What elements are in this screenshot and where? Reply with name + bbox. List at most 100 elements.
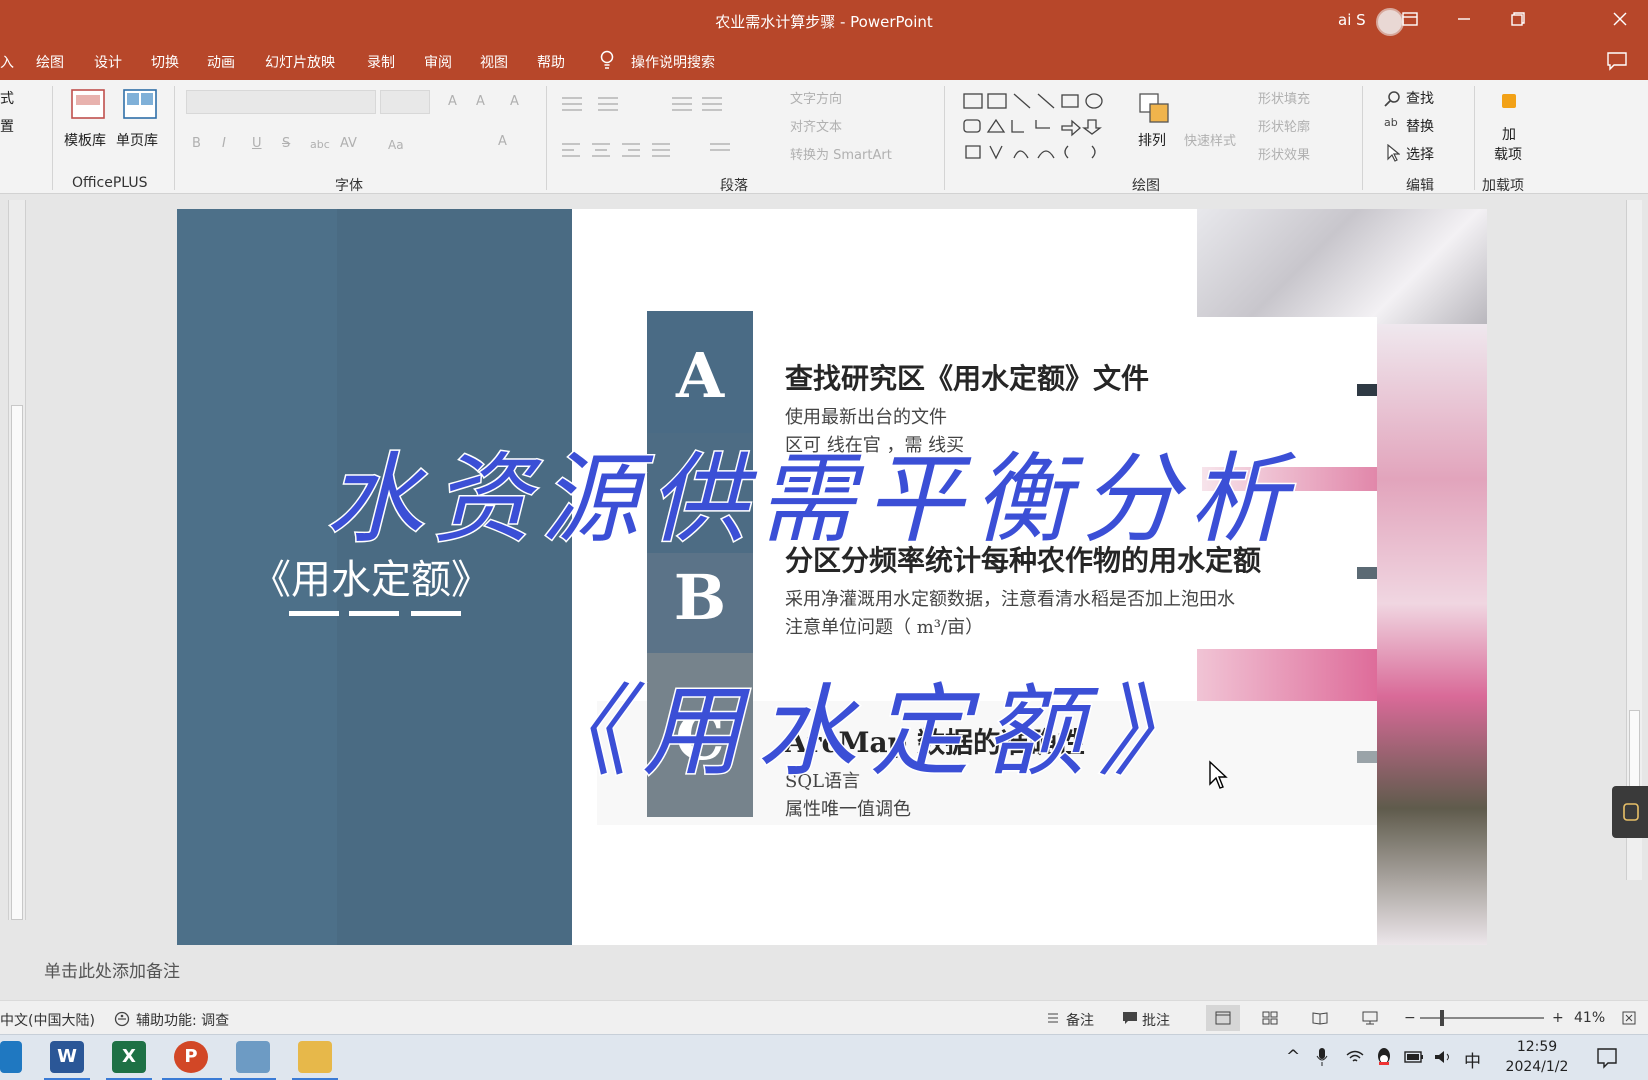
ribbon-display-options-button[interactable]	[1390, 6, 1430, 36]
battery-icon[interactable]	[1404, 1050, 1424, 1064]
shape-outline-button[interactable]: 形状轮廓	[1258, 116, 1310, 135]
zoom-slider-handle[interactable]	[1440, 1010, 1444, 1026]
find-button[interactable]: 查找	[1406, 88, 1434, 108]
arrange-button[interactable]: 排列	[1138, 130, 1166, 150]
addins-label-1[interactable]: 加	[1502, 124, 1516, 144]
excel-app-icon[interactable]: X	[112, 1041, 146, 1073]
accessibility-icon	[114, 1011, 130, 1027]
tab-review[interactable]: 审阅	[424, 52, 452, 72]
tell-me-search[interactable]: 操作说明搜索	[631, 52, 715, 72]
tab-help[interactable]: 帮助	[537, 52, 565, 72]
shape-fill-button[interactable]: 形状填充	[1258, 88, 1310, 107]
bold-button[interactable]: B	[192, 136, 201, 151]
floating-tool-tab[interactable]	[1612, 786, 1648, 838]
shapes-gallery-icon[interactable]	[962, 92, 1122, 162]
notes-toggle-button[interactable]: 备注	[1066, 1010, 1094, 1030]
zoom-out-button[interactable]: −	[1404, 1010, 1416, 1026]
word-app-icon[interactable]: W	[50, 1041, 84, 1073]
zoom-in-button[interactable]: +	[1552, 1010, 1564, 1026]
shrink-font-icon[interactable]: A	[476, 94, 485, 109]
underline-button[interactable]: U	[252, 136, 262, 151]
italic-button[interactable]: I	[222, 136, 226, 151]
file-explorer-icon[interactable]	[298, 1041, 332, 1073]
tab-slideshow[interactable]: 幻灯片放映	[265, 52, 335, 72]
restore-button[interactable]	[1498, 6, 1538, 36]
powerpoint-app-icon[interactable]: P	[174, 1041, 208, 1073]
tab-design[interactable]: 设计	[94, 52, 122, 72]
addins-icon[interactable]	[1502, 94, 1516, 108]
left-scrollbar[interactable]	[8, 200, 26, 920]
tab-view[interactable]: 视图	[480, 52, 508, 72]
microphone-icon[interactable]	[1316, 1047, 1328, 1067]
left-scrollbar-thumb[interactable]	[11, 405, 23, 920]
single-page-library-icon[interactable]	[122, 88, 158, 120]
notification-center-icon[interactable]	[1596, 1047, 1618, 1069]
mail-app-icon[interactable]	[0, 1041, 22, 1073]
select-button[interactable]: 选择	[1406, 144, 1434, 164]
slide-sorter-icon[interactable]	[1262, 1011, 1278, 1025]
notes-pane[interactable]: 单击此处添加备注	[30, 957, 1630, 982]
user-name[interactable]: ai S	[1338, 11, 1366, 29]
zoom-slider[interactable]	[1420, 1017, 1544, 1019]
slideshow-view-icon[interactable]	[1362, 1011, 1378, 1025]
letter-a: A	[675, 339, 725, 412]
tab-record[interactable]: 录制	[367, 52, 395, 72]
single-page-library-button[interactable]: 单页库	[116, 130, 158, 150]
strikethrough-button[interactable]: S	[282, 136, 290, 151]
slide-canvas[interactable]: 《用水定额》 A B C 查找研究区《用水定额》文件 使用最新出台的文件 区可 …	[177, 209, 1487, 945]
zoom-level[interactable]: 41%	[1574, 1010, 1605, 1026]
ribbon-partial-layout[interactable]: 式	[0, 88, 14, 108]
ribbon-separator	[1362, 86, 1363, 190]
fit-to-window-icon[interactable]	[1622, 1011, 1636, 1025]
comments-toggle-button[interactable]: 批注	[1142, 1010, 1170, 1030]
flower-photo-band	[1197, 649, 1377, 701]
normal-view-button[interactable]	[1206, 1005, 1240, 1031]
qq-penguin-icon[interactable]	[1376, 1047, 1392, 1067]
volume-icon[interactable]	[1434, 1049, 1452, 1065]
tab-draw[interactable]: 绘图	[36, 52, 64, 72]
comments-icon[interactable]	[1606, 51, 1628, 71]
char-spacing-button[interactable]: AV	[340, 136, 357, 151]
letter-block-a: A	[647, 311, 753, 433]
system-clock[interactable]: 12:59 2024/1/2	[1502, 1037, 1572, 1077]
quick-styles-button[interactable]: 快速样式	[1184, 130, 1236, 149]
arrange-icon[interactable]	[1136, 90, 1172, 126]
wifi-icon[interactable]	[1346, 1049, 1364, 1065]
font-name-box[interactable]	[186, 90, 376, 114]
comment-icon	[1123, 1012, 1137, 1024]
paragraph-format-icons[interactable]	[560, 94, 760, 164]
font-color-button[interactable]: A	[498, 134, 507, 149]
tab-transitions[interactable]: 切换	[151, 52, 179, 72]
right-scrollbar[interactable]	[1626, 200, 1642, 880]
text-direction-button[interactable]: 文字方向	[790, 88, 842, 107]
editor-app-icon[interactable]	[236, 1041, 270, 1073]
template-library-button[interactable]: 模板库	[64, 130, 106, 150]
font-size-box[interactable]	[380, 90, 430, 114]
template-library-icon[interactable]	[70, 88, 106, 120]
handwritten-title-overlay: 水资源供需平衡分析	[323, 442, 1298, 559]
clear-format-icon[interactable]: A	[510, 94, 519, 109]
notes-placeholder[interactable]: 单击此处添加备注	[44, 957, 180, 982]
shape-effects-button[interactable]: 形状效果	[1258, 144, 1310, 163]
grow-font-icon[interactable]: A	[448, 94, 457, 109]
shadow-button[interactable]: abc	[310, 138, 330, 151]
addins-label-2[interactable]: 载项	[1494, 144, 1522, 164]
ribbon-partial-reset[interactable]: 置	[0, 116, 14, 136]
language-indicator[interactable]: 中文(中国大陆)	[0, 1010, 95, 1030]
align-text-button[interactable]: 对齐文本	[790, 116, 842, 135]
tab-animations[interactable]: 动画	[207, 52, 235, 72]
convert-smartart-button[interactable]: 转换为 SmartArt	[790, 144, 892, 163]
replace-button[interactable]: 替换	[1406, 116, 1434, 136]
ime-indicator[interactable]: 中	[1464, 1047, 1481, 1072]
close-button[interactable]	[1600, 6, 1640, 36]
show-hidden-icons-icon[interactable]: ^	[1286, 1047, 1300, 1067]
accessibility-status[interactable]: 辅助功能: 调查	[136, 1010, 229, 1030]
minimize-button[interactable]	[1444, 6, 1484, 36]
reading-view-icon[interactable]	[1312, 1011, 1328, 1025]
tab-insert-partial[interactable]: 入	[0, 52, 14, 72]
lightbulb-icon	[600, 50, 614, 69]
ribbon-separator	[546, 86, 547, 190]
right-scrollbar-thumb[interactable]	[1629, 710, 1640, 790]
change-case-button[interactable]: Aa	[388, 138, 404, 152]
title-underline-dash	[411, 611, 461, 616]
